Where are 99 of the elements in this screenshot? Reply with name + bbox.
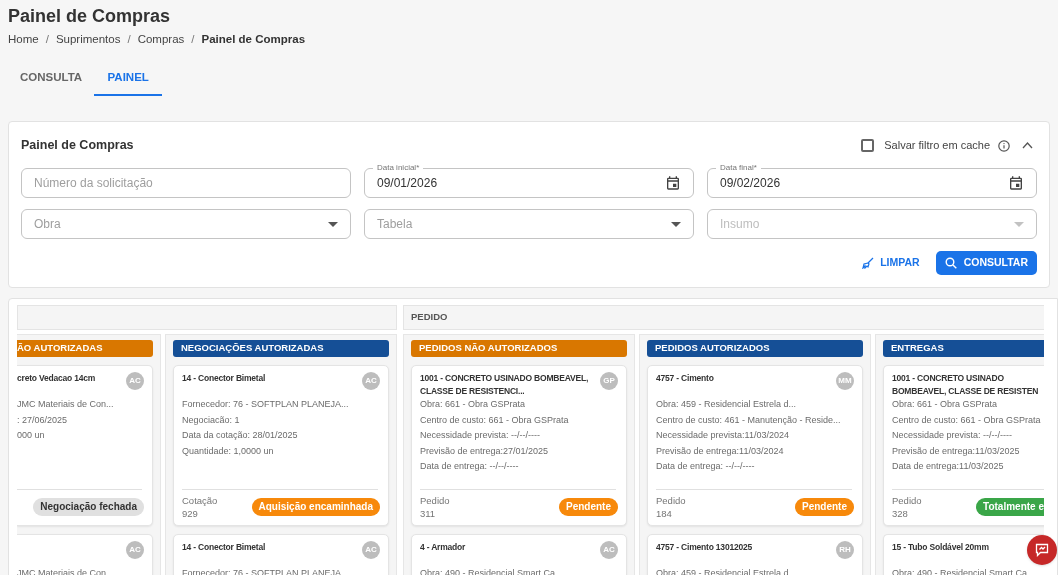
order-card[interactable]: 4 - Armador AC Obra: 490 - Residencial Smart Ca: [411, 533, 627, 575]
card-title: 14 - Conector Bimetal: [182, 540, 267, 553]
card-title: 1001 - CONCRETO USINADO BOMBEAVEL, CLASSE DE RESISTEN: [892, 372, 1040, 397]
tab[interactable]: PAINEL: [94, 60, 163, 97]
card-detail: Previsão de entrega:11/03/2024: [656, 444, 785, 458]
card-detail: : 27/06/2025: [17, 413, 69, 427]
card-detail: Data de entrega: --/--/----: [420, 460, 520, 473]
card-detail: Necessidade prevista: --/--/----: [420, 429, 542, 442]
order-card[interactable]: [883, 365, 1044, 526]
avatar: AC: [362, 372, 380, 390]
footer-value: 328: [892, 506, 909, 520]
status-badge: Aquisição encaminhada: [251, 497, 380, 516]
avatar: AC: [600, 540, 618, 559]
cache-checkbox[interactable]: [861, 139, 875, 153]
column-header: PEDIDOS AUTORIZADOS: [647, 340, 863, 357]
card-detail: Negociacão: 1: [182, 413, 241, 427]
footer-value: 184: [656, 506, 673, 520]
card-detail: Fornecedor: 76 - SOFTPLAN PLANEJA: [182, 566, 343, 575]
card-detail: Previsão de entrega:11/03/2025: [892, 444, 1021, 458]
footer-value: 311: [420, 506, 437, 520]
status-badge: Pendente: [559, 497, 618, 516]
info-icon[interactable]: [998, 139, 1010, 152]
clear-button[interactable]: LIMPAR: [856, 251, 926, 275]
order-card[interactable]: AC JMC Materiais de Con: [17, 533, 153, 575]
breadcrumb-separator: /: [127, 32, 131, 47]
card-detail: Centro de custo: 661 - Obra GSPrata: [420, 413, 570, 427]
card-detail: Centro de custo: 661 - Obra GSPrata: [892, 413, 1042, 427]
order-card[interactable]: 4757 - Cimento 13012025 RH Obra: 459 - Residencial Estrela d: [647, 533, 863, 575]
card-detail: Obra: 661 - Obra GSPrata: [892, 398, 999, 411]
card-detail: Data de entrega:11/03/2025: [892, 460, 1005, 473]
footer-label: Pedido: [656, 493, 687, 507]
breadcrumb-link[interactable]: Compras: [137, 31, 185, 49]
group-title: PEDIDO: [411, 310, 448, 325]
status-badge: Negociação fechada: [33, 497, 144, 516]
breadcrumb-link[interactable]: Suprimentos: [55, 31, 121, 49]
avatar: AC: [126, 540, 144, 559]
card-detail: Obra: 459 - Residencial Estrela d...: [656, 398, 798, 411]
avatar: MM: [836, 372, 854, 390]
card-title: 1001 - CONCRETO USINADO BOMBEAVEL, CLASSE DE RESISTENCI...: [420, 372, 590, 397]
column-header: NEGOCIAÇÕES AUTORIZADAS: [173, 340, 389, 357]
avatar: RH: [836, 540, 854, 559]
breadcrumb-separator: /: [191, 32, 195, 47]
order-card[interactable]: creto Vedacao 14cm AC JMC Materiais de Con... : 27/06/2025 000 un Negociação fechada: [17, 365, 153, 526]
footer-label: Cotação: [182, 493, 219, 507]
card-detail: JMC Materiais de Con...: [17, 398, 115, 411]
card-detail: JMC Materiais de Con: [17, 566, 108, 575]
chevron-up-icon[interactable]: [1022, 142, 1033, 150]
card-detail: Obra: 490 - Residencial Smart Ca: [420, 566, 557, 575]
card-detail: Necessidade prevista: --/--/----: [892, 429, 1014, 442]
panel-title: Painel de Compras: [21, 137, 135, 155]
card-detail: Data da cotação: 28/01/2025: [182, 429, 299, 442]
card-title: 14 - Conector Bimetal: [182, 372, 267, 385]
column-header: ÃO AUTORIZADAS: [17, 340, 153, 357]
page-title: Painel de Compras: [8, 5, 172, 28]
breadcrumb-link[interactable]: Painel de Compras: [201, 31, 306, 49]
dropdown-icon: [328, 221, 338, 227]
chat-icon: [1035, 543, 1049, 557]
dropdown-icon: [1014, 221, 1024, 227]
card-detail: Centro de custo: 461 - Manutenção - Reside...: [656, 413, 842, 427]
card-detail: Fornecedor: 76 - SOFTPLAN PLANEJA...: [182, 398, 350, 411]
order-card[interactable]: 14 - Conector Bimetal AC Fornecedor: 76 - SOFTPLAN PLANEJA: [173, 533, 389, 575]
search-field[interactable]: Número da solicitação: [21, 168, 351, 198]
card-detail: 000 un: [17, 429, 46, 442]
checkbox-label: Salvar filtro em cache: [884, 138, 990, 154]
card-detail: Data de entrega: --/--/----: [656, 460, 756, 473]
card-title: 15 - Tubo Soldável 20mm: [892, 540, 990, 553]
column-header: PEDIDOS NÃO AUTORIZADOS: [411, 340, 627, 357]
footer-label: Pedido: [892, 493, 923, 507]
footer-label: Pedido: [420, 493, 451, 507]
card-title: 4757 - Cimento 13012025: [656, 540, 754, 553]
tab[interactable]: CONSULTA: [8, 60, 95, 97]
calendar-icon[interactable]: [665, 175, 681, 191]
avatar: AC: [126, 372, 144, 390]
card-detail: Obra: 490 - Residencial Smart Ca: [892, 566, 1029, 575]
card-detail: Quantidade: 1,0000 un: [182, 444, 275, 458]
order-card[interactable]: [647, 365, 863, 526]
avatar: GP: [600, 372, 618, 390]
breadcrumb-link[interactable]: Home: [8, 31, 39, 49]
card-detail: Obra: 661 - Obra GSPrata: [420, 398, 527, 411]
avatar: AC: [362, 540, 380, 559]
search-icon: [944, 257, 957, 269]
status-badge: Totalmente e: [976, 497, 1044, 516]
footer-value: 929: [182, 506, 199, 520]
card-title: 4 - Armador: [420, 540, 467, 553]
dropdown-icon: [671, 221, 681, 227]
order-card[interactable]: 15 - Tubo Soldável 20mm Obra: 490 - Residencial Smart Ca: [883, 533, 1044, 575]
calendar-icon[interactable]: [1008, 175, 1024, 191]
card-title: 4757 - Cimento: [656, 372, 715, 385]
column-header: ENTREGAS: [883, 340, 1044, 357]
card-detail: Obra: 459 - Residencial Estrela d: [656, 566, 790, 575]
status-badge: Pendente: [795, 497, 854, 516]
card-detail: Necessidade prevista:11/03/2024: [656, 429, 790, 442]
search-button[interactable]: CONSULTAR: [935, 251, 1037, 275]
card-detail: Previsão de entrega:27/01/2025: [420, 444, 550, 458]
order-card[interactable]: [411, 365, 627, 526]
broom-icon: [862, 257, 875, 269]
order-card[interactable]: 14 - Conector Bimetal AC Fornecedor: 76 - SOFTPLAN PLANEJA... Negociacão: 1 Data da cotação: 28/01/2025 Quantidade: 1,0000 un Cotação 929 Aquisição encaminhada: [173, 365, 389, 526]
breadcrumb-separator: /: [45, 32, 49, 47]
card-title: creto Vedacao 14cm: [17, 372, 97, 385]
